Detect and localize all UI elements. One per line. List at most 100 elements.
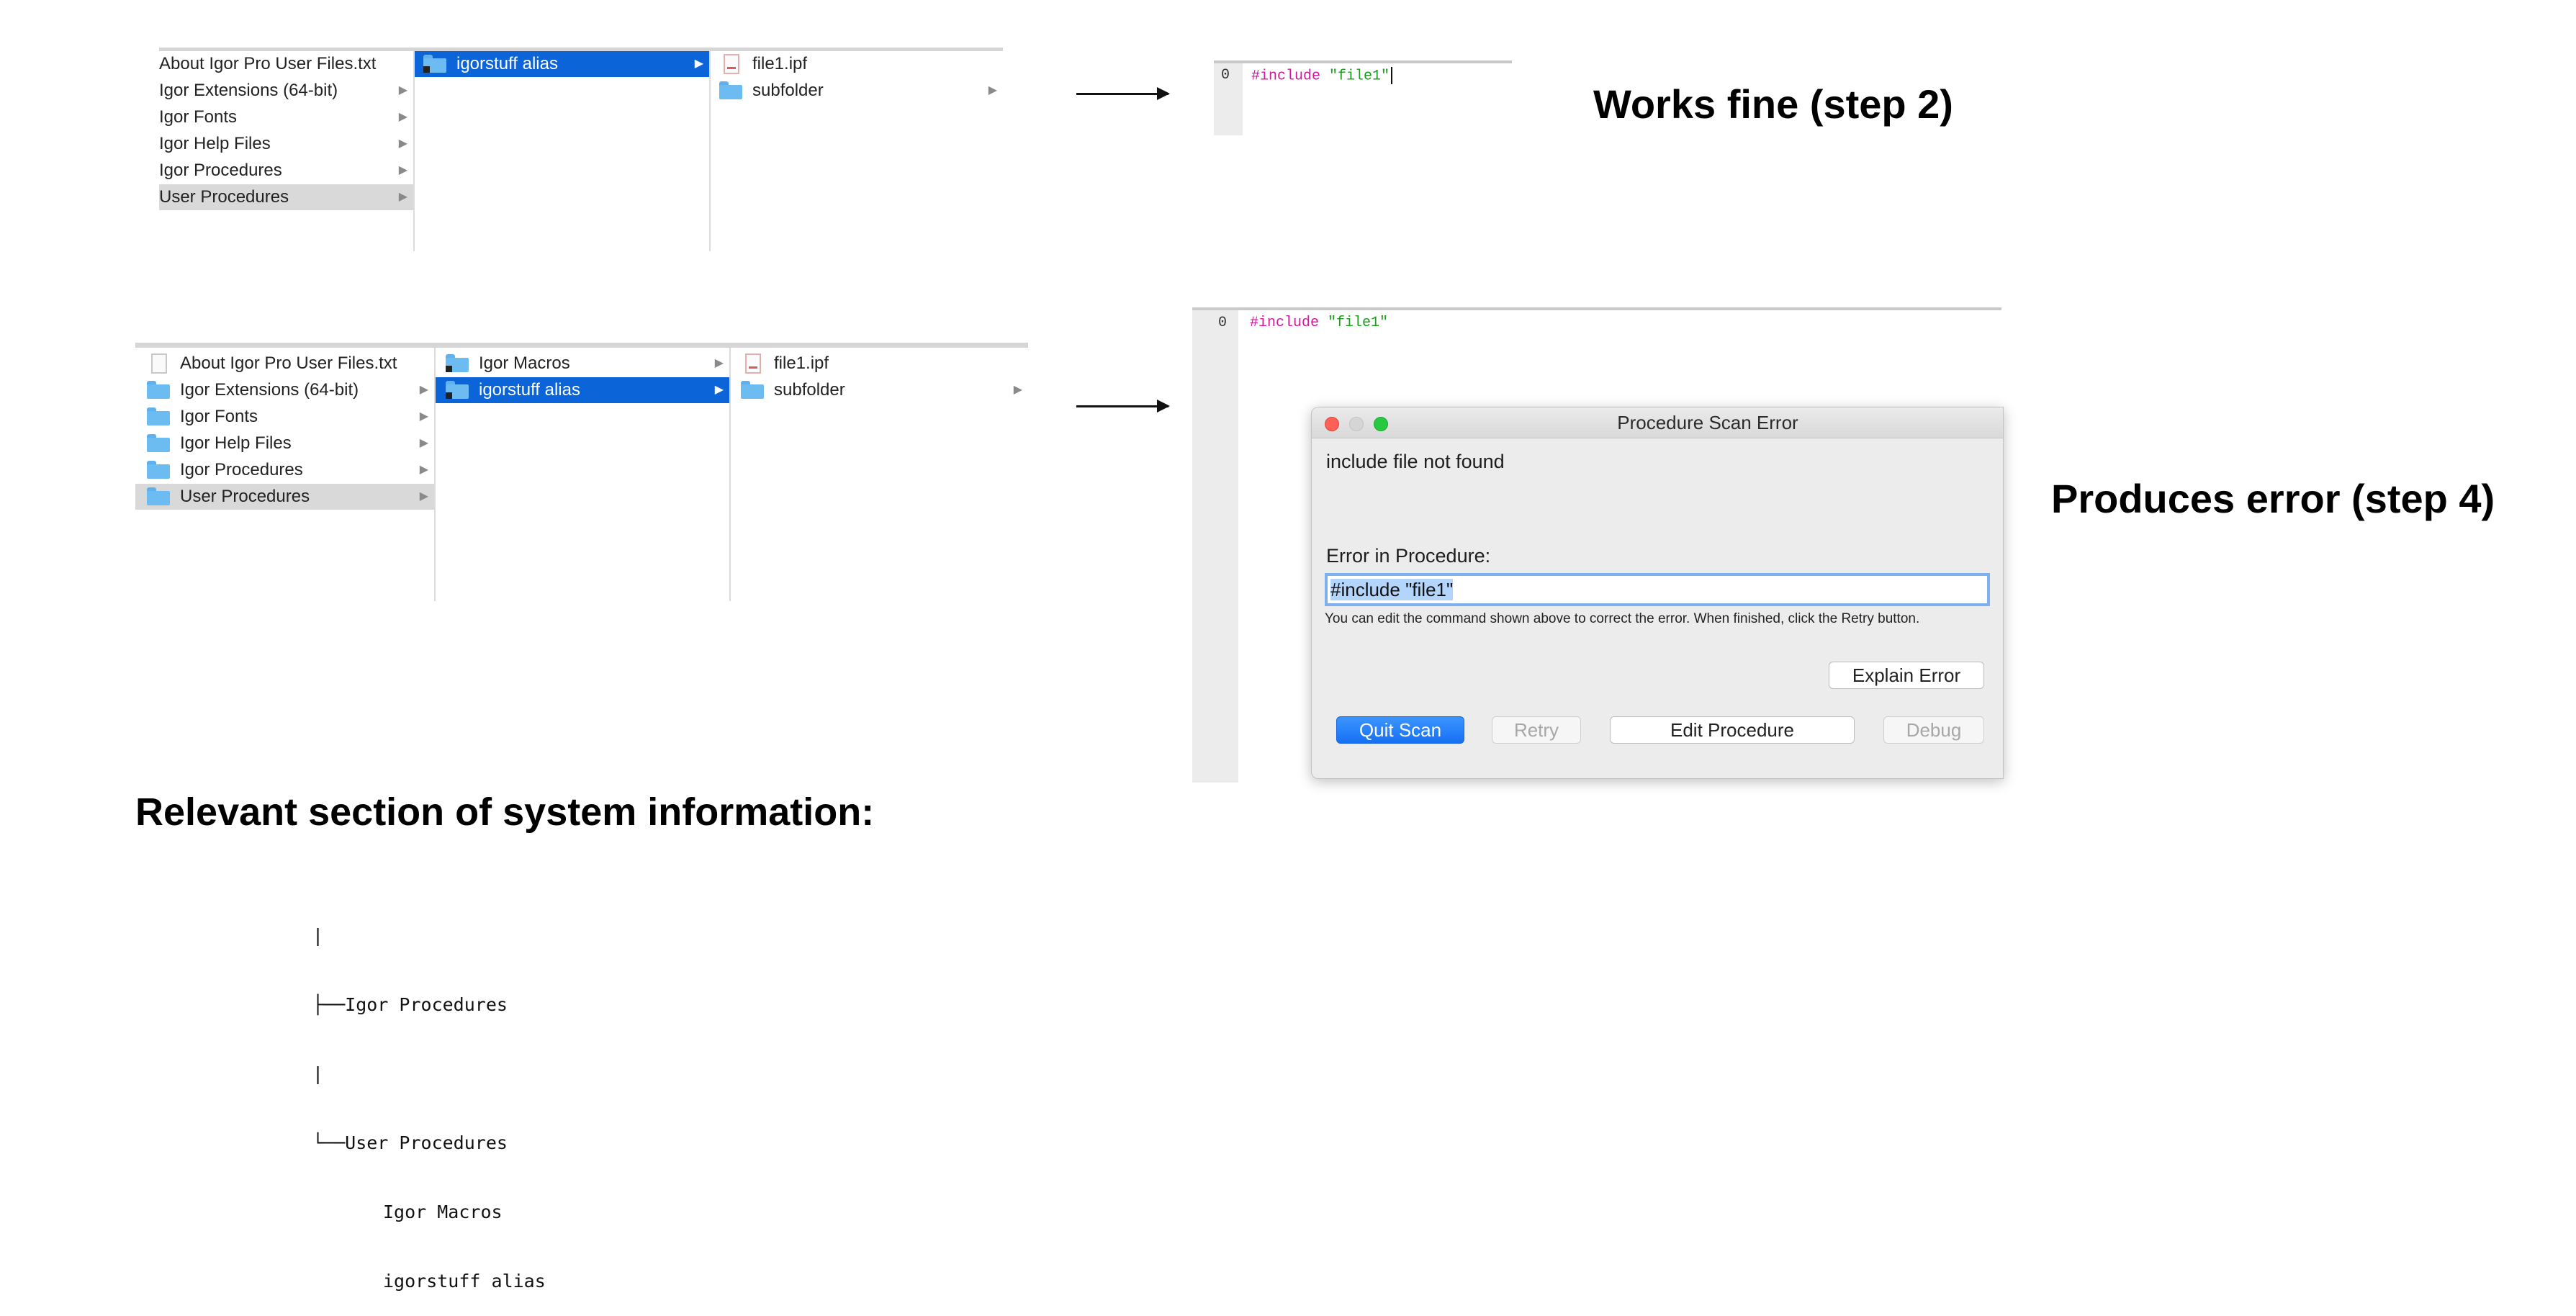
folder-alias-icon bbox=[446, 381, 469, 399]
tree-connector: | bbox=[312, 1063, 324, 1084]
browser-item-label: subfolder bbox=[774, 380, 845, 400]
folder-alias-icon bbox=[423, 55, 446, 73]
browser-item-label: About Igor Pro User Files.txt bbox=[159, 54, 377, 73]
works-fine-label: Works fine (step 2) bbox=[1593, 81, 1953, 127]
browser-item-label: subfolder bbox=[752, 81, 824, 100]
disclosure-arrow-icon: ▶ bbox=[1013, 384, 1022, 396]
disclosure-arrow-icon: ▶ bbox=[419, 410, 428, 423]
browser-item-user-procedures[interactable]: User Procedures ▶ bbox=[135, 484, 434, 510]
ipf-file-icon bbox=[724, 54, 739, 74]
dialog-title: Procedure Scan Error bbox=[1617, 412, 1798, 433]
browser-item-label: file1.ipf bbox=[752, 54, 808, 73]
browser-item-igor-fonts[interactable]: Igor Fonts ▶ bbox=[159, 104, 413, 130]
browser-item-label: Igor Fonts bbox=[180, 407, 258, 426]
tree-item-user-procedures: └──User Procedures bbox=[312, 1132, 508, 1153]
browser-item-igor-macros[interactable]: Igor Macros ▶ bbox=[436, 351, 729, 377]
browser-item-file1-ipf[interactable]: file1.ipf bbox=[711, 51, 1003, 77]
folder-icon bbox=[147, 434, 170, 452]
folder-icon bbox=[741, 381, 764, 399]
browser-item-label: Igor Extensions (64-bit) bbox=[180, 380, 359, 400]
disclosure-arrow-icon: ▶ bbox=[714, 384, 724, 396]
tree-connector: | bbox=[312, 925, 324, 946]
browser-item-igor-extensions-64-bit[interactable]: Igor Extensions (64-bit) ▶ bbox=[159, 78, 413, 104]
browser-item-igor-procedures[interactable]: Igor Procedures ▶ bbox=[135, 457, 434, 483]
browser-item-label: Igor Extensions (64-bit) bbox=[159, 81, 338, 100]
folder-icon bbox=[147, 461, 170, 479]
include-keyword: #include bbox=[1250, 315, 1320, 331]
tree-item-igor-procedures: ├──Igor Procedures bbox=[312, 994, 508, 1015]
browser-item-subfolder[interactable]: subfolder ▶ bbox=[731, 377, 1028, 403]
code-line[interactable]: #include "file1" bbox=[1251, 67, 1393, 85]
text-caret bbox=[1391, 67, 1393, 84]
browser-item-label: file1.ipf bbox=[774, 353, 829, 373]
browser-item-label: User Procedures bbox=[159, 187, 289, 207]
editor-top[interactable]: 0 #include "file1" bbox=[1214, 60, 1512, 135]
browser-item-user-procedures[interactable]: User Procedures ▶ bbox=[159, 184, 413, 210]
top-column-browser: About Igor Pro User Files.txt Igor Extens… bbox=[159, 48, 1003, 251]
browser-item-label: About Igor Pro User Files.txt bbox=[180, 353, 397, 373]
debug-button[interactable]: Debug bbox=[1883, 716, 1984, 744]
retry-button[interactable]: Retry bbox=[1492, 716, 1581, 744]
system-info-heading: Relevant section of system information: bbox=[135, 790, 875, 834]
error-in-procedure-label: Error in Procedure: bbox=[1326, 545, 1491, 567]
browser-item-label: Igor Macros bbox=[479, 353, 570, 373]
error-message: include file not found bbox=[1326, 451, 1505, 472]
ipf-file-icon bbox=[745, 353, 761, 374]
browser-item-label: Igor Help Files bbox=[159, 134, 271, 153]
quit-scan-button[interactable]: Quit Scan bbox=[1336, 716, 1464, 744]
bottom-col1: About Igor Pro User Files.txt Igor Extens… bbox=[135, 348, 436, 601]
browser-item-igorstuff-alias[interactable]: igorstuff alias ▶ bbox=[436, 377, 729, 403]
code-line[interactable]: #include "file1" bbox=[1250, 315, 1388, 331]
browser-item-label: User Procedures bbox=[180, 487, 310, 506]
disclosure-arrow-icon: ▶ bbox=[714, 357, 724, 369]
folder-icon bbox=[147, 487, 170, 505]
browser-item-label: Igor Fonts bbox=[159, 107, 238, 127]
browser-item-about-igor-pro-user-files-txt[interactable]: About Igor Pro User Files.txt bbox=[135, 351, 434, 377]
command-text: #include "file1" bbox=[1330, 579, 1454, 600]
command-field[interactable]: #include "file1" bbox=[1325, 573, 1990, 606]
include-filename: "file1" bbox=[1329, 68, 1390, 85]
browser-item-igor-help-files[interactable]: Igor Help Files ▶ bbox=[159, 131, 413, 157]
folder-icon bbox=[147, 407, 170, 425]
browser-item-file1-ipf[interactable]: file1.ipf bbox=[731, 351, 1028, 377]
browser-item-igorstuff-alias[interactable]: igorstuff alias ▶ bbox=[415, 51, 709, 77]
arrow-to-works-fine bbox=[1076, 87, 1170, 100]
browser-item-subfolder[interactable]: subfolder ▶ bbox=[711, 78, 1003, 104]
folder-icon bbox=[719, 81, 742, 99]
tree-item-igor-macros: Igor Macros bbox=[383, 1202, 503, 1222]
disclosure-arrow-icon: ▶ bbox=[398, 84, 407, 96]
folder-icon bbox=[147, 381, 170, 399]
top-col1: About Igor Pro User Files.txt Igor Extens… bbox=[159, 51, 415, 251]
browser-item-igor-help-files[interactable]: Igor Help Files ▶ bbox=[135, 431, 434, 456]
edit-procedure-button[interactable]: Edit Procedure bbox=[1610, 716, 1855, 744]
line-number: 0 bbox=[1218, 315, 1228, 331]
text-file-icon bbox=[151, 353, 167, 374]
browser-item-igor-fonts[interactable]: Igor Fonts ▶ bbox=[135, 404, 434, 430]
dialog-titlebar[interactable]: Procedure Scan Error bbox=[1312, 407, 2003, 438]
gutter bbox=[1192, 310, 1238, 783]
edit-hint: You can edit the command shown above to … bbox=[1325, 611, 1920, 626]
browser-item-label: Igor Procedures bbox=[180, 460, 303, 479]
browser-item-about-igor-pro-user-files-txt[interactable]: About Igor Pro User Files.txt bbox=[159, 51, 413, 77]
arrow-to-error bbox=[1076, 400, 1170, 413]
disclosure-arrow-icon: ▶ bbox=[694, 58, 703, 70]
disclosure-arrow-icon: ▶ bbox=[398, 191, 407, 203]
disclosure-arrow-icon: ▶ bbox=[419, 384, 428, 396]
produces-error-label: Produces error (step 4) bbox=[2051, 476, 2495, 521]
disclosure-arrow-icon: ▶ bbox=[419, 490, 428, 502]
browser-item-label: Igor Procedures bbox=[159, 161, 282, 180]
procedure-scan-error-dialog: Procedure Scan Error include file not fo… bbox=[1311, 407, 2004, 779]
disclosure-arrow-icon: ▶ bbox=[398, 164, 407, 176]
browser-item-igor-extensions-64-bit[interactable]: Igor Extensions (64-bit) ▶ bbox=[135, 377, 434, 403]
bottom-col3: file1.ipf subfolder ▶ bbox=[731, 348, 1028, 601]
disclosure-arrow-icon: ▶ bbox=[398, 111, 407, 123]
browser-item-label: Igor Help Files bbox=[180, 433, 292, 453]
system-info-tree: | ├──Igor Procedures | └──User Procedure… bbox=[312, 878, 546, 1316]
disclosure-arrow-icon: ▶ bbox=[419, 464, 428, 476]
disclosure-arrow-icon: ▶ bbox=[398, 138, 407, 150]
disclosure-arrow-icon: ▶ bbox=[419, 437, 428, 449]
browser-item-igor-procedures[interactable]: Igor Procedures ▶ bbox=[159, 158, 413, 184]
bottom-column-browser: About Igor Pro User Files.txt Igor Extens… bbox=[135, 343, 1028, 601]
disclosure-arrow-icon: ▶ bbox=[988, 84, 997, 96]
explain-error-button[interactable]: Explain Error bbox=[1829, 662, 1984, 689]
